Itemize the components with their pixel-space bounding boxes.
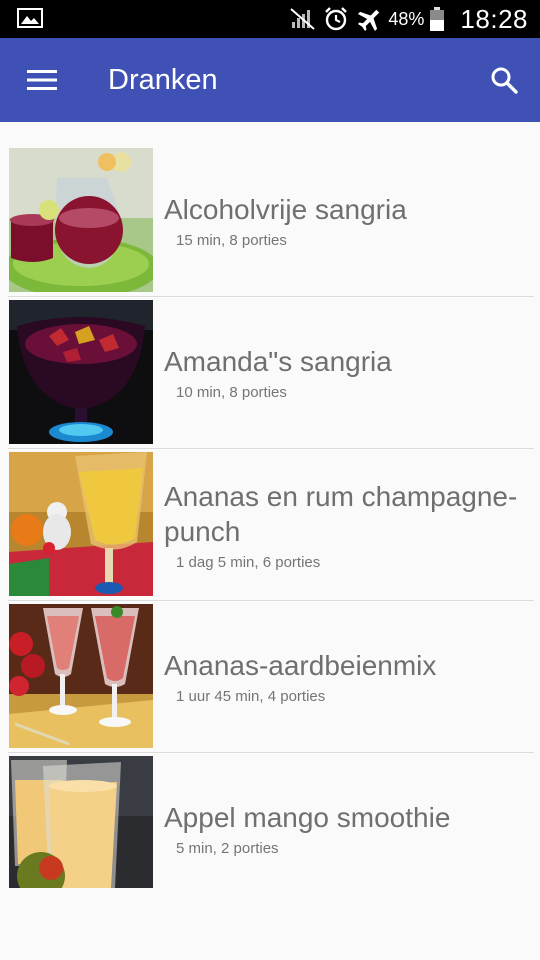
recipe-meta: 5 min, 2 porties xyxy=(176,840,279,857)
recipe-meta: 10 min, 8 porties xyxy=(176,384,287,401)
airplane-mode-icon xyxy=(358,9,380,32)
page-title: Dranken xyxy=(108,64,218,96)
app-bar: Dranken xyxy=(0,38,540,122)
gallery-icon xyxy=(17,8,43,28)
recipe-meta: 1 dag 5 min, 6 porties xyxy=(176,553,321,571)
recipe-item[interactable]: Amanda"s sangria 10 min, 8 porties xyxy=(8,297,534,449)
alarm-icon xyxy=(325,7,348,31)
recipe-meta: 1 uur 45 min, 4 porties xyxy=(176,688,326,705)
recipe-title: Ananas-aardbeienmix xyxy=(164,650,437,681)
recipe-item[interactable]: Ananas en rum champagne-punch 1 dag 5 mi… xyxy=(8,449,534,601)
recipe-thumbnail xyxy=(9,756,153,888)
status-bar: 48% 18:28 xyxy=(0,0,540,38)
hamburger-menu-icon xyxy=(27,70,57,90)
search-button[interactable] xyxy=(482,58,526,102)
search-icon xyxy=(491,67,518,94)
recipe-thumbnail xyxy=(9,148,153,292)
recipe-item[interactable]: Ananas-aardbeienmix 1 uur 45 min, 4 port… xyxy=(8,601,534,753)
recipe-thumbnail xyxy=(9,300,153,444)
status-clock: 18:28 xyxy=(460,3,528,34)
recipe-thumbnail xyxy=(9,452,153,596)
recipe-meta: 15 min, 8 porties xyxy=(176,232,287,249)
recipe-thumbnail xyxy=(9,604,153,748)
battery-percent: 48% xyxy=(388,8,425,29)
no-signal-icon xyxy=(290,8,316,30)
recipe-item[interactable]: Appel mango smoothie 5 min, 2 porties xyxy=(8,753,534,904)
recipe-title: Amanda"s sangria xyxy=(164,346,392,377)
recipe-title: Ananas en rum champagne-punch xyxy=(164,480,518,547)
menu-button[interactable] xyxy=(20,58,64,102)
recipe-list: Alcoholvrije sangria 15 min, 8 porties A… xyxy=(0,145,540,904)
recipe-title: Alcoholvrije sangria xyxy=(164,194,407,225)
recipe-item[interactable]: Alcoholvrije sangria 15 min, 8 porties xyxy=(8,145,534,297)
battery-icon xyxy=(430,7,445,31)
recipe-title: Appel mango smoothie xyxy=(164,802,451,833)
